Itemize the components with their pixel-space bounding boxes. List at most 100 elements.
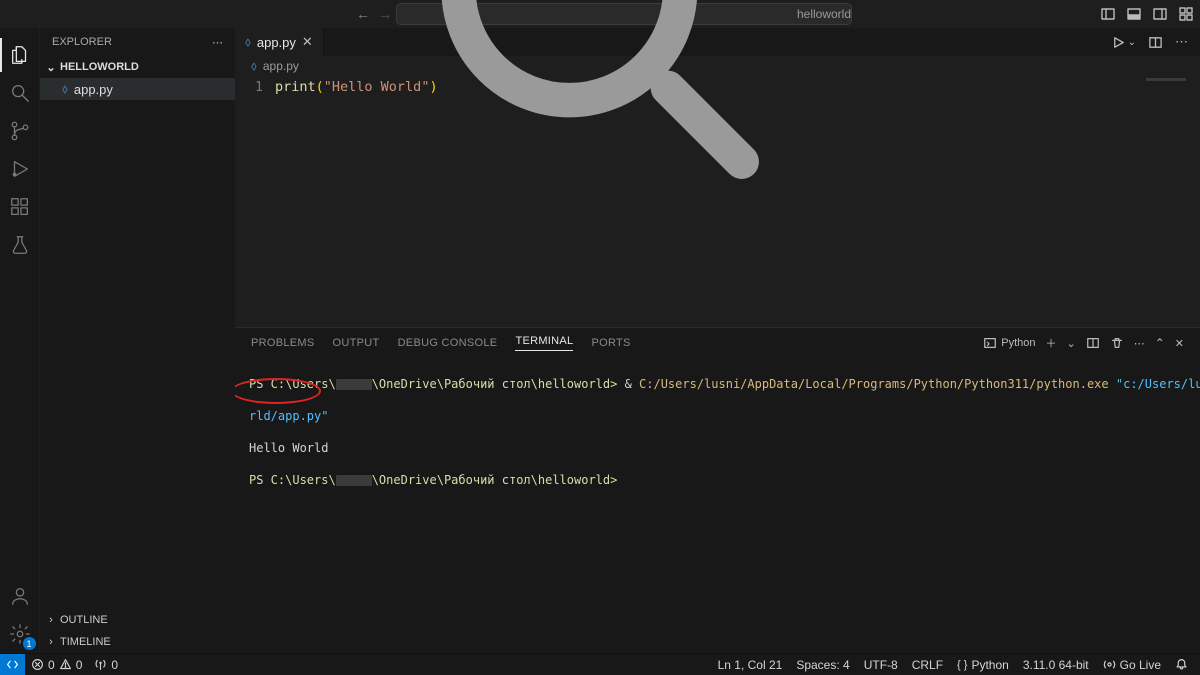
status-indent[interactable]: Spaces: 4 bbox=[796, 658, 849, 672]
timeline-header[interactable]: › TIMELINE bbox=[40, 631, 235, 653]
panel-tab-bar: PROBLEMS OUTPUT DEBUG CONSOLE TERMINAL P… bbox=[235, 328, 1200, 358]
explorer-title: EXPLORER bbox=[52, 36, 112, 48]
close-panel-icon[interactable]: ✕ bbox=[1175, 337, 1184, 350]
new-terminal-icon[interactable]: ＋ bbox=[1046, 335, 1057, 351]
terminal-output[interactable]: PS C:\Users\\OneDrive\Рабочий стол\hello… bbox=[235, 358, 1200, 653]
line-gutter: 1 bbox=[235, 78, 275, 327]
timeline-label: TIMELINE bbox=[60, 636, 111, 648]
file-name: app.py bbox=[74, 82, 113, 97]
editor-more-icon[interactable]: ⋯ bbox=[1175, 34, 1188, 50]
command-center[interactable]: helloworld bbox=[396, 3, 852, 25]
explorer-more-icon[interactable]: ⋯ bbox=[212, 36, 223, 49]
chevron-right-icon: › bbox=[44, 614, 58, 626]
file-row[interactable]: ⬨ app.py bbox=[40, 78, 235, 100]
outline-label: OUTLINE bbox=[60, 614, 108, 626]
file-tree: ⬨ app.py bbox=[40, 78, 235, 609]
status-interpreter[interactable]: 3.11.0 64-bit bbox=[1023, 658, 1089, 672]
radio-tower-icon bbox=[94, 658, 107, 671]
code-editor[interactable]: 1 print("Hello World") bbox=[235, 76, 1200, 327]
branch-icon bbox=[9, 120, 31, 142]
term-line: PS C:\Users\\OneDrive\Рабочий стол\hello… bbox=[249, 376, 1186, 392]
python-file-icon: ⬨ bbox=[245, 34, 251, 50]
bottom-panel: PROBLEMS OUTPUT DEBUG CONSOLE TERMINAL P… bbox=[235, 327, 1200, 653]
beaker-icon bbox=[9, 234, 31, 256]
trash-icon[interactable] bbox=[1110, 336, 1124, 350]
panel-tab-debug[interactable]: DEBUG CONSOLE bbox=[398, 337, 498, 349]
minimap[interactable] bbox=[1140, 76, 1200, 92]
braces-icon: { } bbox=[957, 659, 967, 671]
chevron-down-icon: ⌄ bbox=[44, 61, 58, 74]
broadcast-icon bbox=[1103, 658, 1116, 671]
redacted-username bbox=[336, 475, 372, 486]
search-icon bbox=[9, 82, 31, 104]
activity-search[interactable] bbox=[0, 74, 40, 112]
status-bar: 0 0 0 Ln 1, Col 21 Spaces: 4 UTF-8 CRLF … bbox=[0, 653, 1200, 675]
remote-icon bbox=[6, 658, 19, 671]
activity-extensions[interactable] bbox=[0, 188, 40, 226]
command-center-text: helloworld bbox=[797, 7, 851, 21]
status-go-live[interactable]: Go Live bbox=[1103, 658, 1161, 672]
python-file-icon: ⬨ bbox=[251, 58, 257, 74]
split-editor-icon[interactable] bbox=[1148, 35, 1163, 50]
activity-accounts[interactable] bbox=[0, 577, 40, 615]
panel-tab-ports[interactable]: PORTS bbox=[591, 337, 630, 349]
panel-tab-output[interactable]: OUTPUT bbox=[333, 337, 380, 349]
chevron-down-icon[interactable]: ⌄ bbox=[1067, 337, 1076, 350]
status-encoding[interactable]: UTF-8 bbox=[864, 658, 898, 672]
layout-sidebar-left-icon[interactable] bbox=[1100, 6, 1116, 22]
error-icon bbox=[31, 658, 44, 671]
term-line: rld/app.py" bbox=[249, 408, 1186, 424]
nav-forward-icon[interactable]: → bbox=[378, 6, 392, 22]
run-button[interactable]: ⌄ bbox=[1111, 35, 1136, 50]
nav-back-icon[interactable]: ← bbox=[356, 6, 370, 22]
activity-settings[interactable]: 1 bbox=[0, 615, 40, 653]
tab-close-icon[interactable]: ✕ bbox=[302, 34, 313, 50]
run-debug-icon bbox=[9, 158, 31, 180]
status-notifications[interactable] bbox=[1175, 658, 1188, 671]
chevron-right-icon: › bbox=[44, 636, 58, 648]
nav-group: ← → bbox=[356, 6, 392, 22]
maximize-panel-icon[interactable]: ⌃ bbox=[1155, 336, 1165, 350]
activity-explorer[interactable] bbox=[0, 36, 40, 74]
status-ports[interactable]: 0 bbox=[94, 658, 118, 672]
editor-area: ⬨ app.py ✕ ⌄ ⋯ ⬨ app.py bbox=[235, 28, 1200, 653]
panel-tab-problems[interactable]: PROBLEMS bbox=[251, 337, 315, 349]
status-language[interactable]: { } Python bbox=[957, 658, 1009, 672]
folder-name: HELLOWORLD bbox=[60, 61, 139, 73]
play-icon bbox=[1111, 35, 1126, 50]
layout-panel-icon[interactable] bbox=[1126, 6, 1142, 22]
python-file-icon: ⬨ bbox=[62, 81, 68, 97]
remote-button[interactable] bbox=[0, 654, 25, 675]
tab-active[interactable]: ⬨ app.py ✕ bbox=[235, 28, 324, 56]
activity-testing[interactable] bbox=[0, 226, 40, 264]
breadcrumb-file: app.py bbox=[263, 59, 299, 73]
panel-more-icon[interactable]: ⋯ bbox=[1134, 337, 1145, 350]
warning-icon bbox=[59, 658, 72, 671]
split-terminal-icon[interactable] bbox=[1086, 336, 1100, 350]
editor-actions: ⌄ ⋯ bbox=[1111, 28, 1200, 56]
status-eol[interactable]: CRLF bbox=[912, 658, 943, 672]
customize-layout-icon[interactable] bbox=[1178, 6, 1194, 22]
outline-header[interactable]: › OUTLINE bbox=[40, 609, 235, 631]
account-icon bbox=[9, 585, 31, 607]
explorer-sidebar: EXPLORER ⋯ ⌄ HELLOWORLD ⬨ app.py › OUTLI… bbox=[40, 28, 235, 653]
panel-tab-terminal[interactable]: TERMINAL bbox=[515, 335, 573, 351]
panel-actions: Python ＋ ⌄ ⋯ ⌃ ✕ bbox=[983, 335, 1184, 351]
activity-scm[interactable] bbox=[0, 112, 40, 150]
bell-icon bbox=[1175, 658, 1188, 671]
status-ln-col[interactable]: Ln 1, Col 21 bbox=[718, 658, 783, 672]
folder-header[interactable]: ⌄ HELLOWORLD bbox=[40, 56, 235, 78]
activity-run[interactable] bbox=[0, 150, 40, 188]
status-errors[interactable]: 0 0 bbox=[31, 658, 82, 672]
explorer-header: EXPLORER ⋯ bbox=[40, 28, 235, 56]
files-icon bbox=[9, 44, 31, 66]
extensions-icon bbox=[9, 196, 31, 218]
term-line-output: Hello World bbox=[249, 440, 1186, 456]
layout-sidebar-right-icon[interactable] bbox=[1152, 6, 1168, 22]
chevron-down-icon: ⌄ bbox=[1128, 37, 1136, 48]
activity-bar: 1 bbox=[0, 28, 40, 653]
title-bar: ← → helloworld bbox=[0, 0, 1200, 28]
code-line: print("Hello World") bbox=[275, 78, 438, 96]
line-number: 1 bbox=[235, 78, 263, 96]
terminal-profile[interactable]: Python bbox=[983, 336, 1035, 350]
